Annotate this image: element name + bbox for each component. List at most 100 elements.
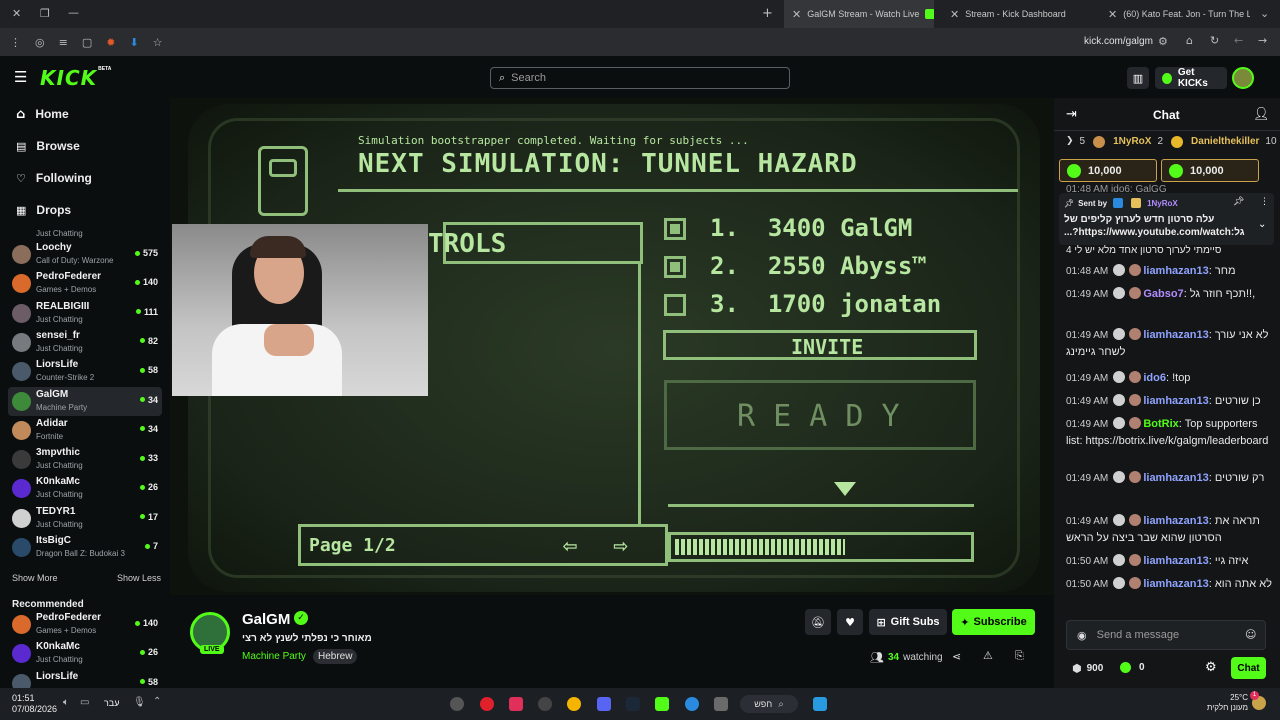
show-more-link[interactable]: Show More	[12, 573, 58, 583]
recommended-channel-k0nkamc[interactable]: K0nkaMc Just Chatting 26	[8, 639, 162, 668]
site-settings-icon[interactable]: ⚙	[1158, 35, 1168, 48]
send-chat-button[interactable]: Chat	[1231, 657, 1266, 679]
close-tab-icon[interactable]: ✕	[950, 8, 959, 21]
tab-youtube[interactable]: ✕ (60) Kato Feat. Jon - Turn The L	[1100, 0, 1250, 28]
chat-message[interactable]: 01:50 AM liamhazan13: איזה גיי	[1066, 553, 1272, 570]
mic-icon[interactable]: 🎙︎	[133, 697, 146, 708]
extension-icon[interactable]: ≡	[59, 36, 68, 49]
recommended-channel-liorslife[interactable]: LiorsLife 58	[8, 669, 162, 688]
kicks-pill[interactable]: 10,000	[1059, 159, 1157, 182]
slider-handle-icon[interactable]	[834, 482, 856, 496]
app-icon[interactable]	[450, 697, 464, 711]
sidebar-channel-tedyr1[interactable]: TEDYR1 Just Chatting 17	[8, 504, 162, 533]
chat-message[interactable]: 01:49 AM liamhazan13: תראה את הסרטון שהו…	[1066, 513, 1272, 546]
extension-icon[interactable]: ▢	[82, 36, 92, 49]
unpin-icon[interactable]: 📌︎	[1233, 197, 1244, 207]
chat-message[interactable]: 01:49 AM Gabso7: תכף חוזר גל!!,	[1066, 286, 1272, 303]
pinned-message[interactable]: 📌︎ Sent by 1NyRoX 📌︎ ⋮ עלה סרטון חדש לער…	[1059, 193, 1274, 245]
menu-dots-icon[interactable]: ⋮	[10, 36, 21, 49]
chat-input[interactable]: ◉ Send a message ☺	[1066, 620, 1266, 650]
checkbox-checked[interactable]	[664, 218, 686, 240]
chat-settings-icon[interactable]: ⚙	[1205, 660, 1217, 675]
chrome-icon[interactable]	[567, 697, 581, 711]
weather-widget[interactable]: 25°C מעונן חלקית	[1200, 693, 1248, 713]
home-icon[interactable]: ⌂	[1186, 34, 1193, 47]
extension-icon[interactable]: ✹	[106, 36, 115, 49]
tab-galgm[interactable]: ✕ GalGM Stream - Watch Live	[784, 0, 934, 28]
steam-icon[interactable]	[626, 697, 640, 711]
tag-hebrew[interactable]: Hebrew	[313, 649, 358, 664]
extension-icon[interactable]: ◎	[35, 36, 45, 49]
sidebar-channel-loochy[interactable]: Loochy Call of Duty: Warzone 575	[8, 240, 162, 269]
language-indicator[interactable]: עבר	[104, 698, 119, 708]
chat-message[interactable]: 01:49 AM liamhazan13: לא אני עורך לשחר ג…	[1066, 327, 1272, 360]
chat-message[interactable]: 01:49 AM liamhazan13: רק שורטים	[1066, 470, 1272, 487]
recommended-channel-pedrofederer[interactable]: PedroFederer Games + Demos 140	[8, 610, 162, 639]
forward-icon[interactable]: ←	[1234, 34, 1243, 47]
invite-button[interactable]: INVITE	[663, 330, 977, 360]
streamer-name[interactable]: GalGM	[242, 611, 290, 628]
reload-icon[interactable]: ↻	[1210, 34, 1219, 47]
sidebar-channel-sensei_fr[interactable]: sensei_fr Just Chatting 82	[8, 328, 162, 357]
sidebar-channel-3mpvthic[interactable]: 3mpvthic Just Chatting 33	[8, 445, 162, 474]
checkbox-unchecked[interactable]	[664, 294, 686, 316]
nav-drops[interactable]: ▦ Drops	[0, 194, 170, 226]
kicks-pill[interactable]: 10,000	[1161, 159, 1259, 182]
report-icon[interactable]: ⚠	[983, 649, 993, 662]
user-avatar[interactable]	[1232, 67, 1254, 89]
clock[interactable]: 01:51 07/08/2026	[12, 693, 57, 715]
volume-icon[interactable]: 🔈︎	[63, 697, 69, 708]
more-options-icon[interactable]: ⋮	[1260, 197, 1269, 207]
collapse-chat-icon[interactable]: ⇥	[1066, 107, 1077, 122]
chat-message[interactable]: 01:49 AM BotRix: Top supporters list: ht…	[1066, 416, 1272, 449]
subscribe-button[interactable]: ✦ Subscribe	[952, 609, 1035, 635]
clip-icon[interactable]: ⎘	[1015, 649, 1024, 663]
opera-icon[interactable]	[480, 697, 494, 711]
close-tab-icon[interactable]: ✕	[1108, 8, 1117, 21]
get-kicks-button[interactable]: Get KICKs	[1155, 67, 1227, 89]
notifications-off-button[interactable]: 🔕︎	[805, 609, 831, 635]
restore-icon[interactable]: ❐	[40, 7, 50, 20]
minimize-icon[interactable]: —	[68, 6, 79, 19]
sidebar-channel-adidar[interactable]: Adidar Fortnite 34	[8, 416, 162, 445]
share-icon[interactable]: ⋖	[952, 650, 961, 663]
nav-browse[interactable]: ▤ Browse	[0, 130, 170, 162]
expand-pinned-icon[interactable]: ⌄	[1258, 219, 1266, 230]
chat-message[interactable]: 01:49 AM liamhazan13: כן שורטים	[1066, 393, 1272, 410]
emoji-icon[interactable]: ☺	[1245, 628, 1256, 641]
nav-following[interactable]: ♡ Following	[0, 162, 170, 194]
tiktok-icon[interactable]	[509, 697, 523, 711]
calculator-icon[interactable]	[714, 697, 728, 711]
video-player[interactable]: Simulation bootstrapper completed. Waiti…	[170, 98, 1054, 595]
search-input[interactable]: ⌕ Search	[490, 67, 790, 89]
network-icon[interactable]: ▭	[80, 697, 89, 708]
kick-app-icon[interactable]	[655, 697, 669, 711]
sidebar-channel-realbigiii[interactable]: REALBIGIII Just Chatting 111	[8, 299, 162, 328]
ready-button[interactable]: R E A D Y	[664, 380, 976, 450]
windows-start-icon[interactable]	[813, 697, 827, 711]
tab-search-icon[interactable]: ⌄	[1260, 7, 1269, 20]
sidebar-channel-pedrofederer[interactable]: PedroFederer Games + Demos 140	[8, 269, 162, 298]
edge-icon[interactable]	[685, 697, 699, 711]
tray-chevron-icon[interactable]: ⌃	[153, 696, 161, 707]
kick-logo[interactable]: KICK BETA	[40, 66, 111, 90]
category-link[interactable]: Machine Party	[242, 651, 306, 662]
prev-page-icon[interactable]: ⇦	[563, 531, 577, 559]
sidebar-channel-k0nkamc[interactable]: K0nkaMc Just Chatting 26	[8, 474, 162, 503]
tab-dashboard[interactable]: ✕ Stream - Kick Dashboard	[942, 0, 1092, 28]
bookmark-star-icon[interactable]: ☆	[153, 36, 163, 49]
channel-points[interactable]: ⬢ 900	[1072, 662, 1103, 675]
chat-message[interactable]: 01:49 AM ido6: !top	[1066, 370, 1272, 387]
close-window-icon[interactable]: ✕	[12, 7, 21, 20]
follow-button[interactable]: ♥	[837, 609, 863, 635]
obs-icon[interactable]	[538, 697, 552, 711]
chat-users-icon[interactable]: 👤︎	[1253, 107, 1270, 122]
show-less-link[interactable]: Show Less	[117, 573, 161, 583]
download-icon[interactable]: ⬇	[129, 36, 138, 49]
new-tab-icon[interactable]: +	[762, 6, 773, 21]
back-icon[interactable]: →	[1258, 34, 1267, 47]
sidebar-channel-galgm[interactable]: GalGM Machine Party 34	[8, 386, 162, 416]
checkbox-checked[interactable]	[664, 256, 686, 278]
nav-home[interactable]: ⌂ Home	[0, 98, 170, 130]
sidebar-channel-liorslife[interactable]: LiorsLife Counter-Strike 2 58	[8, 357, 162, 386]
